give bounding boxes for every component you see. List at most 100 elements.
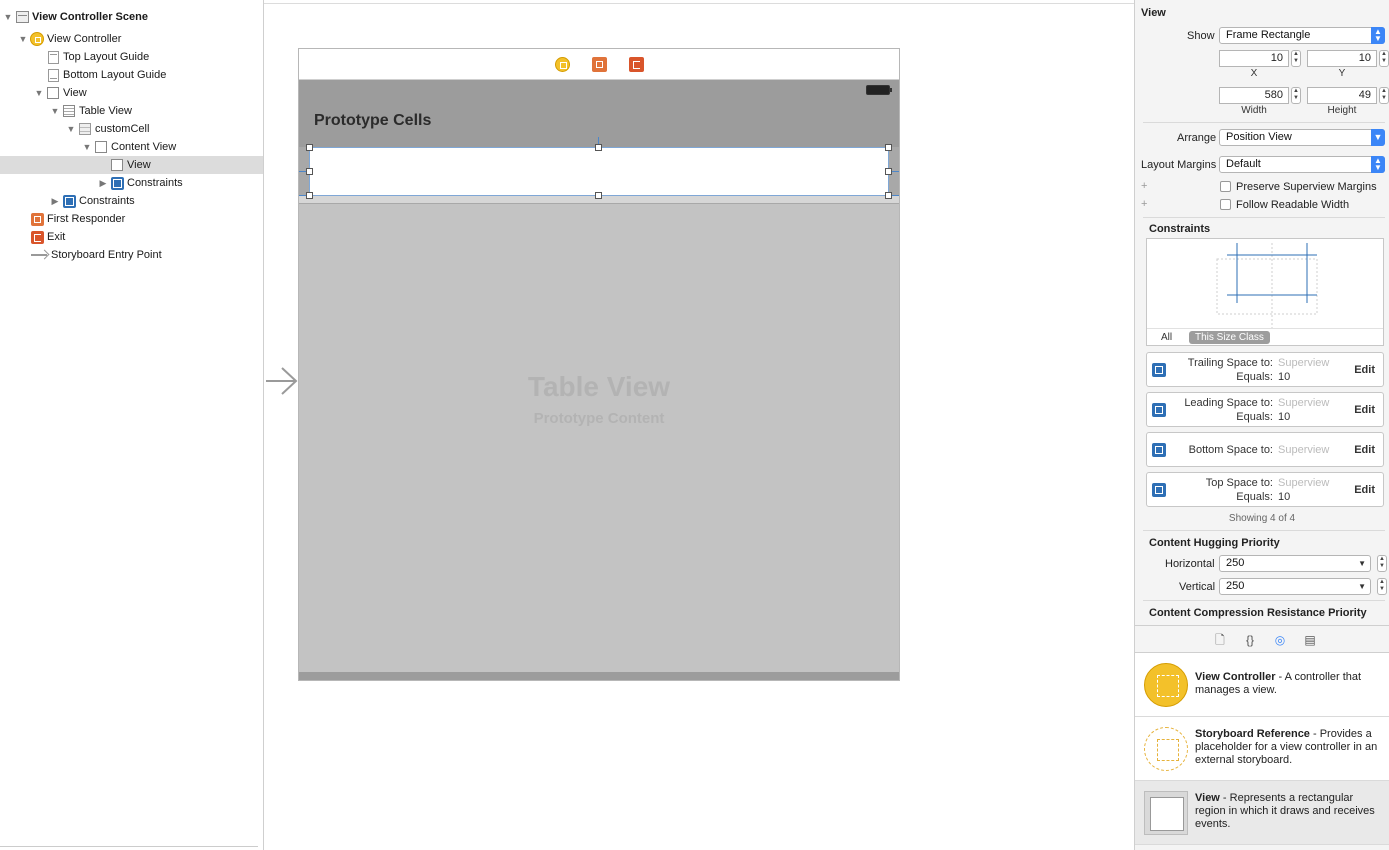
outline-item-first-responder[interactable]: First Responder xyxy=(0,210,263,228)
plus-icon[interactable]: + xyxy=(1141,198,1147,210)
outline-item-top-layout-guide[interactable]: Top Layout Guide xyxy=(0,48,263,66)
vertical-hugging-combo[interactable]: 250 ▼ xyxy=(1219,578,1371,595)
outline-item-view[interactable]: ▼ View xyxy=(0,84,263,102)
library-item-name: View Controller xyxy=(1195,671,1276,683)
outline-item-bottom-layout-guide[interactable]: Bottom Layout Guide xyxy=(0,66,263,84)
view-controller-icon[interactable] xyxy=(555,57,570,72)
outline-item-inner-view[interactable]: View xyxy=(0,156,263,174)
tab-all[interactable]: All xyxy=(1155,331,1178,344)
disclosure-triangle-icon[interactable]: ▼ xyxy=(34,88,44,98)
plus-icon[interactable]: + xyxy=(1141,180,1147,192)
show-popup[interactable]: Frame Rectangle ▲ ▼ xyxy=(1219,27,1385,44)
outline-item-exit[interactable]: Exit xyxy=(0,228,263,246)
constraints-icon xyxy=(62,194,76,208)
resize-handle[interactable] xyxy=(885,144,892,151)
constraint-target: Superview xyxy=(1278,477,1330,489)
first-responder-icon xyxy=(30,212,44,226)
library-item-view[interactable]: View - Represents a rectangular region i… xyxy=(1135,781,1389,845)
constraint-row-top[interactable]: Top Space to: Superview Equals: 10 Edit xyxy=(1146,472,1384,507)
constraint-equals-label: Equals: xyxy=(1236,411,1273,423)
constraint-target: Superview xyxy=(1278,397,1330,409)
resize-handle[interactable] xyxy=(885,192,892,199)
y-field[interactable]: 10 xyxy=(1307,50,1377,67)
file-template-icon[interactable]: 🗋 xyxy=(1213,633,1227,647)
x-stepper[interactable]: ▲ ▼ xyxy=(1291,50,1301,67)
constraint-row-bottom[interactable]: Bottom Space to: Superview Edit xyxy=(1146,432,1384,467)
resize-handle[interactable] xyxy=(306,144,313,151)
table-view-placeholder-sublabel: Prototype Content xyxy=(533,410,665,427)
constraints-filter-tabs: All This Size Class xyxy=(1147,328,1383,345)
height-field[interactable]: 49 xyxy=(1307,87,1377,104)
width-stepper[interactable]: ▲ ▼ xyxy=(1291,87,1301,104)
disclosure-triangle-icon[interactable]: ▼ xyxy=(66,124,76,134)
code-snippet-icon[interactable]: {} xyxy=(1243,633,1257,647)
table-view-placeholder-label: Table View xyxy=(527,371,671,402)
table-cell-icon xyxy=(78,122,92,136)
prototype-cells-title: Prototype Cells xyxy=(314,112,432,129)
status-bar xyxy=(299,80,899,99)
outline-item-label: First Responder xyxy=(47,213,126,225)
outline-item-view-controller[interactable]: ▼ View Controller xyxy=(0,30,263,48)
disclosure-triangle-icon[interactable]: ▼ xyxy=(3,12,13,22)
chevron-down-icon: ▼ xyxy=(1371,129,1385,146)
disclosure-triangle-icon[interactable]: ▼ xyxy=(50,106,60,116)
disclosure-triangle-icon[interactable]: ▶ xyxy=(50,196,60,206)
outline-item-content-view[interactable]: ▼ Content View xyxy=(0,138,263,156)
outline-divider xyxy=(0,846,258,847)
outline-item-constraints-inner[interactable]: ▶ Constraints xyxy=(0,174,263,192)
y-stepper[interactable]: ▲ ▼ xyxy=(1379,50,1389,67)
layout-margins-popup[interactable]: Default ▲ ▼ xyxy=(1219,156,1385,173)
edit-button[interactable]: Edit xyxy=(1354,404,1375,416)
constraint-row-leading[interactable]: Leading Space to: Superview Equals: 10 E… xyxy=(1146,392,1384,427)
media-library-icon[interactable]: ▤ xyxy=(1303,633,1317,647)
edit-button[interactable]: Edit xyxy=(1354,364,1375,376)
resize-handle[interactable] xyxy=(595,144,602,151)
tab-this-size-class[interactable]: This Size Class xyxy=(1189,331,1270,344)
vertical-hugging-value: 250 xyxy=(1226,580,1245,592)
width-field[interactable]: 580 xyxy=(1219,87,1289,104)
resize-handle[interactable] xyxy=(306,192,313,199)
edit-button[interactable]: Edit xyxy=(1354,444,1375,456)
exit-icon[interactable] xyxy=(629,57,644,72)
library-item-text: Storyboard Reference - Provides a placeh… xyxy=(1195,728,1385,767)
x-field[interactable]: 10 xyxy=(1219,50,1289,67)
follow-readable-checkbox[interactable] xyxy=(1220,199,1231,210)
library-item-storyboard-reference[interactable]: Storyboard Reference - Provides a placeh… xyxy=(1135,717,1389,781)
divider xyxy=(1143,600,1385,601)
show-popup-value: Frame Rectangle xyxy=(1226,29,1311,41)
disclosure-triangle-icon[interactable]: ▼ xyxy=(18,34,28,44)
height-stepper[interactable]: ▲ ▼ xyxy=(1379,87,1389,104)
storyboard-entry-arrow-icon[interactable] xyxy=(266,366,298,396)
constraint-row-trailing[interactable]: Trailing Space to: Superview Equals: 10 … xyxy=(1146,352,1384,387)
disclosure-triangle-icon[interactable]: ▼ xyxy=(82,142,92,152)
frame-bottom-bar xyxy=(299,672,899,680)
vertical-stepper[interactable]: ▲ ▼ xyxy=(1377,578,1387,595)
outline-item-constraints-outer[interactable]: ▶ Constraints xyxy=(0,192,263,210)
arrange-popup[interactable]: Position View ▼ xyxy=(1219,129,1385,146)
outline-item-table-view[interactable]: ▼ Table View xyxy=(0,102,263,120)
selected-view[interactable] xyxy=(309,147,889,196)
constraint-title: Top Space to: xyxy=(1205,477,1273,489)
outline-item-label: Constraints xyxy=(127,177,183,189)
disclosure-triangle-icon[interactable]: ▶ xyxy=(98,178,108,188)
resize-handle[interactable] xyxy=(306,168,313,175)
divider xyxy=(1143,530,1385,531)
view-controller-frame[interactable]: Prototype Cells Table View Prototype Con… xyxy=(298,48,900,681)
outline-item-scene[interactable]: ▼ View Controller Scene xyxy=(0,8,263,26)
document-outline: ▼ View Controller Scene ▼ View Controlle… xyxy=(0,0,264,850)
horizontal-stepper[interactable]: ▲ ▼ xyxy=(1377,555,1387,572)
object-library-icon[interactable]: ◎ xyxy=(1273,633,1287,647)
resize-handle[interactable] xyxy=(885,168,892,175)
x-label: X xyxy=(1250,68,1258,79)
outline-item-custom-cell[interactable]: ▼ customCell xyxy=(0,120,263,138)
scene-dock xyxy=(299,49,899,80)
entry-arrow-icon xyxy=(30,248,48,262)
edit-button[interactable]: Edit xyxy=(1354,484,1375,496)
resize-handle[interactable] xyxy=(595,192,602,199)
horizontal-hugging-combo[interactable]: 250 ▼ xyxy=(1219,555,1371,572)
library-item-view-controller[interactable]: View Controller - A controller that mana… xyxy=(1135,653,1389,717)
preserve-margins-checkbox[interactable] xyxy=(1220,181,1231,192)
first-responder-icon[interactable] xyxy=(592,57,607,72)
outline-item-entry-point[interactable]: Storyboard Entry Point xyxy=(0,246,263,264)
storyboard-canvas[interactable]: Prototype Cells Table View Prototype Con… xyxy=(264,0,1134,850)
